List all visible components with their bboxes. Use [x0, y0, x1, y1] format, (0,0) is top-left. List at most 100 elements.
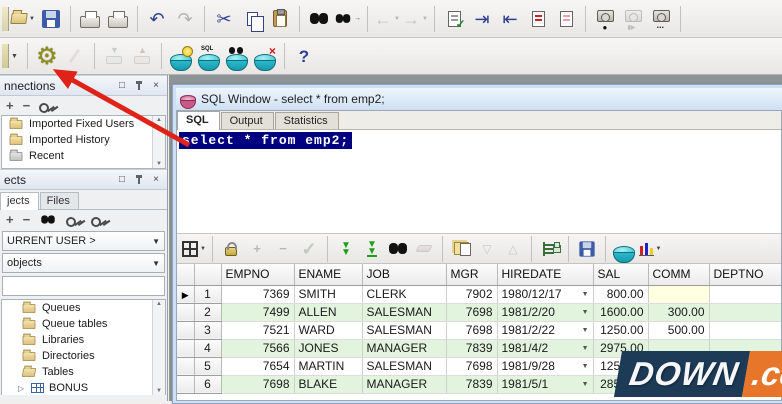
cell-hiredate[interactable]: 1981/2/20 ▼ — [497, 303, 594, 322]
sql-window-titlebar[interactable]: SQL Window - select * from emp2; — [176, 88, 782, 110]
open-button[interactable]: ▼ — [10, 5, 36, 33]
cell-ename[interactable]: WARD — [294, 321, 363, 340]
help-button[interactable]: ? — [291, 42, 317, 70]
col-header-ename[interactable]: ENAME — [294, 264, 363, 286]
row-number[interactable]: 5 — [194, 357, 222, 376]
cell-job[interactable]: SALESMAN — [362, 321, 447, 340]
find-next-button[interactable]: → — [334, 5, 361, 33]
cell-comm[interactable]: 300.00 — [648, 303, 710, 322]
panel-maximize-button[interactable]: □ — [115, 79, 129, 92]
tree-item-tables[interactable]: Tables — [2, 364, 165, 380]
selection-unhighlight-button[interactable] — [553, 5, 579, 33]
cell-mgr[interactable]: 7698 — [446, 303, 498, 322]
panel-pin-button[interactable] — [132, 173, 146, 186]
export-results-button[interactable] — [575, 237, 599, 261]
chevron-down-icon[interactable]: ▼ — [11, 53, 18, 60]
scroll-up-icon[interactable]: ▲ — [156, 301, 162, 307]
single-record-view-button[interactable] — [538, 237, 562, 261]
cell-comm[interactable]: 500.00 — [648, 321, 710, 340]
cell-sal[interactable]: 800.00 — [593, 285, 649, 304]
remove-connection-button[interactable]: − — [23, 99, 31, 112]
cell-mgr[interactable]: 7698 — [446, 357, 498, 376]
cut-button[interactable]: ✂ — [211, 5, 237, 33]
chevron-down-icon[interactable]: ▼ — [29, 16, 35, 22]
panel-maximize-button[interactable]: □ — [115, 173, 129, 186]
tab-files[interactable]: Files — [39, 192, 79, 209]
execute-gear-button[interactable]: ⚙ — [34, 42, 60, 70]
tree-item-queue-tables[interactable]: Queue tables — [2, 316, 165, 332]
scroll-down-icon[interactable]: ▼ — [156, 388, 162, 394]
col-header-hiredate[interactable]: HIREDATE — [497, 264, 594, 286]
cell-hiredate[interactable]: 1980/12/17 ▼ — [497, 285, 594, 304]
cell-job[interactable]: SALESMAN — [362, 303, 447, 322]
col-header-deptno[interactable]: DEPTNO — [709, 264, 781, 286]
objects-panel-header[interactable]: ects □ × — [0, 169, 167, 190]
cell-empno[interactable]: 7654 — [221, 357, 295, 376]
col-header-comm[interactable]: COMM — [648, 264, 710, 286]
cell-sal[interactable]: 1600.00 — [593, 303, 649, 322]
connections-panel-header[interactable]: nnections □ × — [0, 75, 167, 96]
user-filter-combo[interactable]: URRENT USER > ▼ — [2, 231, 165, 251]
tab-sql[interactable]: SQL — [177, 111, 220, 130]
table-row[interactable]: 2 7499 ALLEN SALESMAN 7698 1981/2/20 ▼ 16… — [177, 303, 781, 322]
cell-job[interactable]: MANAGER — [362, 375, 447, 394]
table-row[interactable]: 3 7521 WARD SALESMAN 7698 1981/2/22 ▼ 125… — [177, 321, 781, 340]
add-connection-button[interactable]: + — [6, 99, 14, 112]
paste-button[interactable] — [267, 5, 293, 33]
cell-ename[interactable]: MARTIN — [294, 357, 363, 376]
copy-results-button[interactable] — [449, 237, 473, 261]
cell-empno[interactable]: 7499 — [221, 303, 295, 322]
cell-hiredate[interactable]: 1981/4/2 ▼ — [497, 339, 594, 358]
find-object-button[interactable] — [41, 215, 55, 224]
panel-pin-button[interactable] — [132, 79, 146, 92]
expander-icon[interactable]: ▷ — [18, 384, 26, 393]
panel-close-button[interactable]: × — [149, 79, 163, 92]
copy-button[interactable] — [239, 5, 265, 33]
scroll-down-icon[interactable]: ▼ — [156, 161, 162, 167]
selected-sql-text[interactable]: select * from emp2; — [179, 132, 353, 149]
key-alt-icon[interactable] — [91, 217, 107, 225]
find-button[interactable] — [306, 5, 332, 33]
cell-empno[interactable]: 7369 — [221, 285, 295, 304]
tree-item-recent[interactable]: Recent — [2, 148, 165, 164]
date-dropdown-icon[interactable]: ▼ — [582, 381, 589, 388]
row-number[interactable]: 2 — [194, 303, 222, 322]
print-button[interactable] — [77, 5, 103, 33]
syntax-check-button[interactable] — [441, 5, 467, 33]
chevron-down-icon[interactable]: ▼ — [200, 246, 206, 252]
fetch-next-page-button[interactable]: ▼ ▼ — [334, 237, 358, 261]
tree-item-directories[interactable]: Directories — [2, 348, 165, 364]
objects-scrollbar[interactable]: ▲ ▼ — [152, 300, 165, 395]
remove-object-button[interactable]: − — [23, 213, 31, 226]
row-number[interactable]: 3 — [194, 321, 222, 340]
panel-close-button[interactable]: × — [149, 173, 163, 186]
cell-mgr[interactable]: 7698 — [446, 321, 498, 340]
date-dropdown-icon[interactable]: ▼ — [582, 309, 589, 316]
row-number[interactable]: 4 — [194, 339, 222, 358]
col-header-job[interactable]: JOB — [362, 264, 447, 286]
cell-ename[interactable]: SMITH — [294, 285, 363, 304]
date-dropdown-icon[interactable]: ▼ — [582, 327, 589, 334]
col-header-empno[interactable]: EMPNO — [221, 264, 295, 286]
undo-button[interactable]: ↶ — [144, 5, 170, 33]
table-row[interactable]: ▶ 1 7369 SMITH CLERK 7902 1980/12/17 ▼ 80… — [177, 285, 781, 304]
sql-editor[interactable]: select * from emp2; — [177, 130, 781, 234]
cell-mgr[interactable]: 7839 — [446, 375, 498, 394]
tree-item-libraries[interactable]: Libraries — [2, 332, 165, 348]
tab-statistics[interactable]: Statistics — [274, 112, 339, 129]
cell-hiredate[interactable]: 1981/9/28 ▼ — [497, 357, 594, 376]
sql-window-button[interactable] — [196, 42, 222, 71]
tree-item-queues[interactable]: Queues — [2, 300, 165, 316]
cell-empno[interactable]: 7566 — [221, 339, 295, 358]
indent-button[interactable]: ⇥ — [469, 5, 495, 33]
lock-button[interactable] — [219, 237, 243, 261]
db-cancel-button[interactable] — [252, 42, 278, 71]
cell-deptno[interactable]: 30 — [709, 321, 781, 340]
cell-ename[interactable]: BLAKE — [294, 375, 363, 394]
selection-highlight-button[interactable] — [525, 5, 551, 33]
key-icon[interactable] — [66, 217, 82, 225]
query-to-db-button[interactable] — [612, 237, 636, 263]
cell-ename[interactable]: JONES — [294, 339, 363, 358]
db-find-button[interactable] — [224, 42, 250, 71]
save-button[interactable] — [38, 5, 64, 33]
